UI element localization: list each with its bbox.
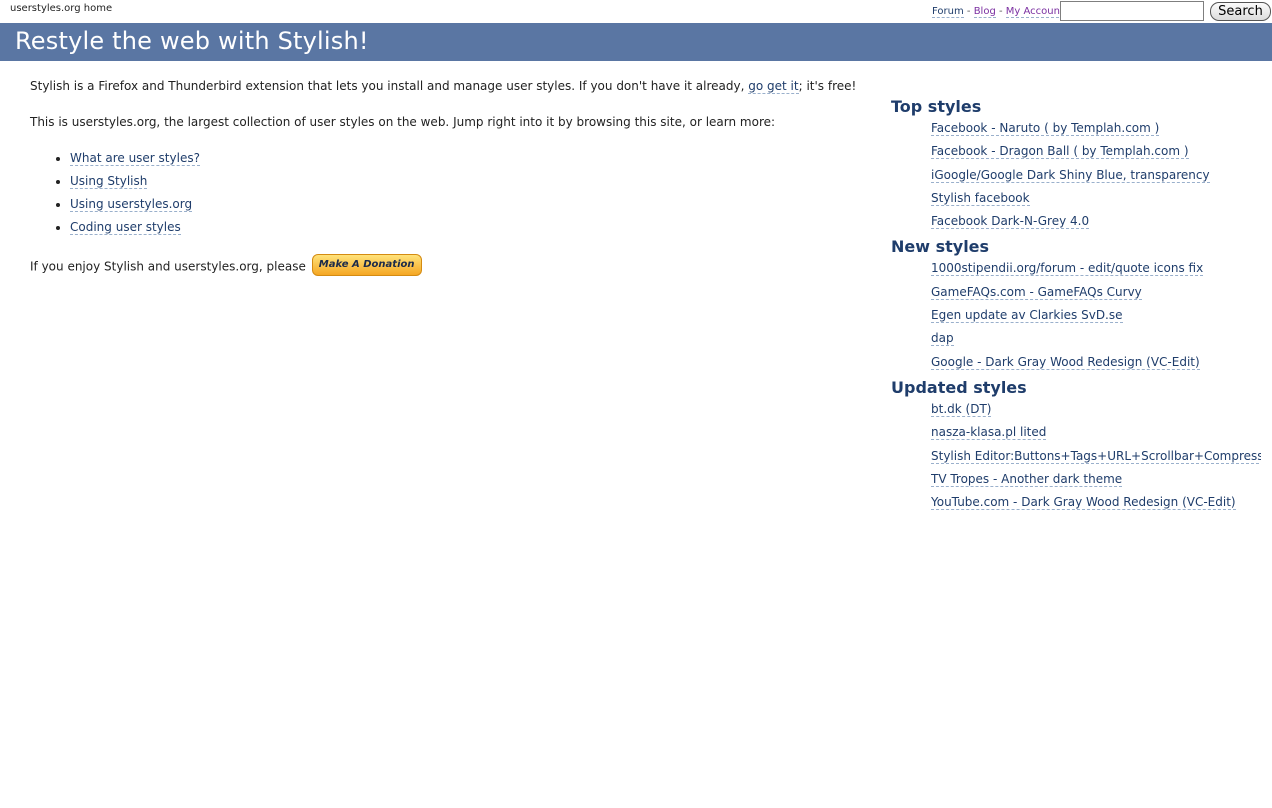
- list-item: TV Tropes - Another dark theme: [931, 471, 1261, 494]
- style-link[interactable]: dap: [931, 331, 954, 347]
- updated-styles-list: bt.dk (DT) nasza-klasa.pl lited Stylish …: [891, 401, 1261, 517]
- style-link[interactable]: Facebook - Naruto ( by Templah.com ): [931, 121, 1160, 136]
- site-description: This is userstyles.org, the largest coll…: [30, 115, 776, 129]
- new-styles-heading: New styles: [891, 237, 990, 257]
- style-link[interactable]: Egen update av Clarkies SvD.se: [931, 308, 1123, 324]
- separator: -: [963, 6, 974, 17]
- donate-text: If you enjoy Stylish and userstyles.org,…: [30, 259, 310, 274]
- list-item: Facebook - Naruto ( by Templah.com ): [931, 120, 1261, 143]
- style-link[interactable]: Facebook - Dragon Ball ( by Templah.com …: [931, 144, 1189, 160]
- style-link[interactable]: YouTube.com - Dark Gray Wood Redesign (V…: [931, 495, 1236, 511]
- using-userstyles-link[interactable]: Using userstyles.org: [70, 197, 193, 212]
- style-link[interactable]: Stylish facebook: [931, 190, 1030, 206]
- coding-user-styles-link[interactable]: Coding user styles: [70, 220, 181, 235]
- home-link[interactable]: userstyles.org home: [10, 3, 112, 14]
- list-item: bt.dk (DT): [931, 401, 1261, 424]
- list-item: Coding user styles: [70, 219, 200, 242]
- list-item: Google - Dark Gray Wood Redesign (VC-Edi…: [931, 354, 1261, 377]
- list-item: iGoogle/Google Dark Shiny Blue, transpar…: [931, 167, 1261, 190]
- top-bar: userstyles.org home Forum - Blog - My Ac…: [0, 0, 1272, 23]
- list-item: GameFAQs.com - GameFAQs Curvy: [931, 284, 1261, 307]
- style-link[interactable]: nasza-klasa.pl lited: [931, 425, 1047, 441]
- style-link[interactable]: iGoogle/Google Dark Shiny Blue, transpar…: [931, 167, 1210, 183]
- list-item: nasza-klasa.pl lited: [931, 424, 1261, 447]
- learn-more-list: What are user styles? Using Stylish Usin…: [30, 150, 200, 242]
- top-links: Forum - Blog - My Account: [932, 6, 1064, 18]
- top-styles-list: Facebook - Naruto ( by Templah.com ) Fac…: [891, 120, 1261, 236]
- intro-text: Stylish is a Firefox and Thunderbird ext…: [30, 79, 749, 93]
- style-link[interactable]: bt.dk (DT): [931, 401, 992, 417]
- style-link[interactable]: Google - Dark Gray Wood Redesign (VC-Edi…: [931, 354, 1200, 370]
- top-styles-heading: Top styles: [891, 97, 982, 116]
- list-item: 1000stipendii.org/forum - edit/quote ico…: [931, 260, 1261, 283]
- sidebar: Top styles Facebook - Naruto ( by Templa…: [891, 96, 1261, 517]
- page-title: Restyle the web with Stylish!: [15, 27, 369, 55]
- list-item: Egen update av Clarkies SvD.se: [931, 307, 1261, 330]
- list-item: Facebook Dark-N-Grey 4.0: [931, 213, 1261, 236]
- list-item: Stylish Editor:Buttons+Tags+URL+Scrollba…: [931, 448, 1261, 471]
- list-item: Using userstyles.org: [70, 196, 200, 219]
- using-stylish-link[interactable]: Using Stylish: [70, 174, 148, 189]
- forum-link[interactable]: Forum: [932, 6, 964, 18]
- get-stylish-link[interactable]: go get it: [748, 79, 799, 94]
- list-item: Stylish facebook: [931, 190, 1261, 213]
- style-link[interactable]: Facebook Dark-N-Grey 4.0: [931, 214, 1090, 230]
- site-banner: Restyle the web with Stylish!: [0, 23, 1272, 61]
- donate-line: If you enjoy Stylish and userstyles.org,…: [30, 254, 422, 278]
- list-item: What are user styles?: [70, 150, 200, 173]
- what-are-user-styles-link[interactable]: What are user styles?: [70, 151, 200, 166]
- separator: -: [995, 6, 1006, 17]
- style-link[interactable]: Stylish Editor:Buttons+Tags+URL+Scrollba…: [931, 448, 1261, 464]
- list-item: Using Stylish: [70, 173, 200, 196]
- new-styles-list: 1000stipendii.org/forum - edit/quote ico…: [891, 260, 1261, 376]
- style-link[interactable]: 1000stipendii.org/forum - edit/quote ico…: [931, 261, 1204, 277]
- intro-suffix: ; it's free!: [798, 79, 857, 93]
- list-item: Facebook - Dragon Ball ( by Templah.com …: [931, 143, 1261, 166]
- search-input[interactable]: [1060, 1, 1204, 21]
- my-account-link[interactable]: My Account: [1005, 6, 1064, 18]
- blog-link[interactable]: Blog: [973, 6, 996, 18]
- intro-paragraph: Stylish is a Firefox and Thunderbird ext…: [30, 78, 856, 94]
- list-item: dap: [931, 330, 1261, 353]
- search-button[interactable]: Search: [1210, 2, 1271, 21]
- list-item: YouTube.com - Dark Gray Wood Redesign (V…: [931, 494, 1261, 517]
- updated-styles-heading: Updated styles: [891, 377, 1027, 397]
- style-link[interactable]: TV Tropes - Another dark theme: [931, 471, 1123, 487]
- style-link[interactable]: GameFAQs.com - GameFAQs Curvy: [931, 284, 1142, 300]
- donate-button[interactable]: Make A Donation: [311, 254, 422, 276]
